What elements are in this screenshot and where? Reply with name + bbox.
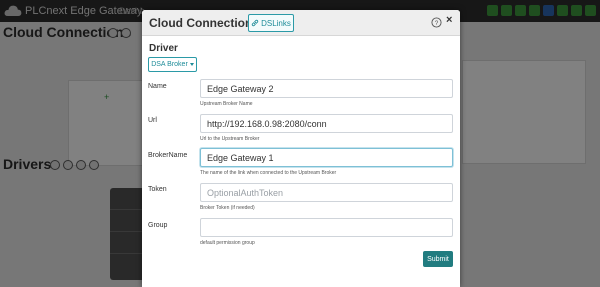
driver-select-value: DSA Broker: [151, 61, 188, 68]
token-input[interactable]: [200, 183, 453, 202]
token-help: Broker Token (if needed): [200, 205, 255, 211]
group-label: Group: [148, 222, 168, 229]
driver-select[interactable]: DSA Broker: [148, 57, 197, 72]
dslinks-label: DSLinks: [261, 18, 291, 28]
modal-header: Cloud Connections DSLinks ? ×: [142, 10, 460, 36]
name-label: Name: [148, 83, 167, 90]
submit-button[interactable]: Submit: [423, 251, 453, 267]
broker-name-input[interactable]: [200, 148, 453, 167]
group-input[interactable]: [200, 218, 453, 237]
modal-title: Cloud Connections: [149, 16, 259, 30]
url-input[interactable]: [200, 114, 453, 133]
cloud-connections-modal: Cloud Connections DSLinks ? × Driver DSA…: [142, 10, 460, 287]
name-input[interactable]: [200, 79, 453, 98]
close-icon[interactable]: ×: [446, 14, 452, 26]
url-label: Url: [148, 117, 157, 124]
token-label: Token: [148, 186, 167, 193]
svg-text:?: ?: [435, 20, 439, 27]
group-help: default permission group: [200, 240, 255, 246]
dslinks-button[interactable]: DSLinks: [248, 14, 294, 32]
name-help: Upstream Broker Name: [200, 101, 253, 107]
question-circle-icon[interactable]: ?: [431, 17, 442, 28]
caret-down-icon: [189, 63, 194, 66]
broker-name-help: The name of the link when connected to t…: [200, 170, 337, 176]
driver-heading: Driver: [149, 43, 178, 54]
url-help: Url to the Upstream Broker: [200, 136, 260, 142]
link-icon: [251, 19, 259, 27]
broker-name-label: BrokerName: [148, 152, 188, 159]
